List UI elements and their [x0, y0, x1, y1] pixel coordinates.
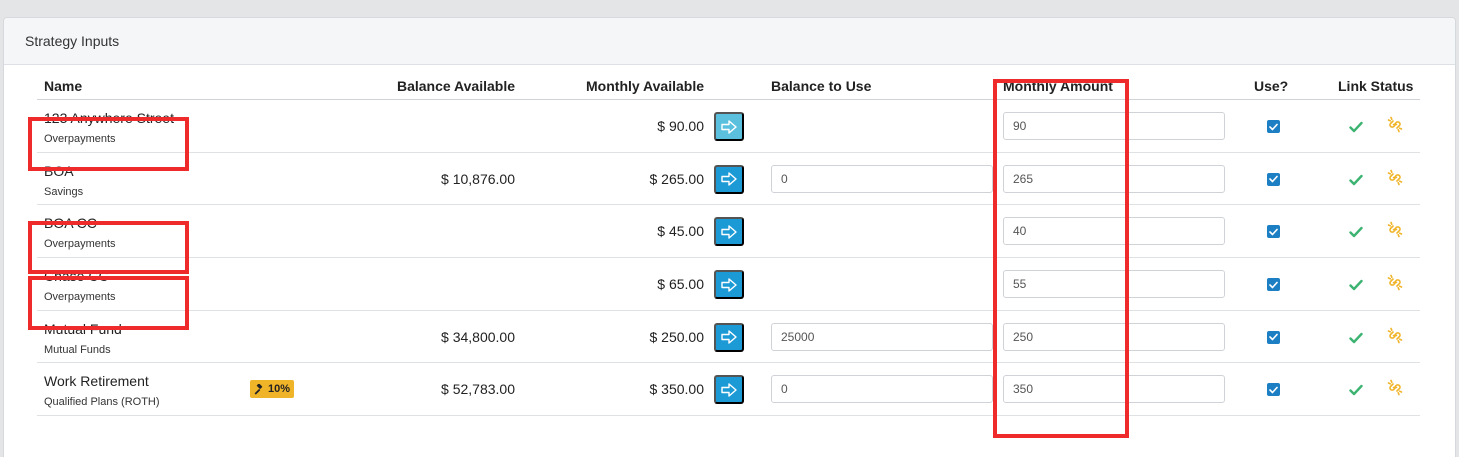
account-type: Savings	[44, 185, 84, 198]
table-body: 123 Anywhere Street Overpayments $ 90.00 BO…	[37, 100, 1420, 417]
col-balance-available: Balance Available	[396, 78, 515, 94]
panel-title: Strategy Inputs	[25, 33, 120, 49]
col-monthly-available: Monthly Available	[586, 78, 704, 94]
account-type: Qualified Plans (ROTH)	[44, 396, 160, 409]
account-name: BOA	[44, 162, 74, 179]
use-checkbox[interactable]	[1267, 225, 1280, 239]
checkmark-icon	[1349, 278, 1363, 291]
checkbox-checked-icon	[1269, 386, 1278, 394]
transfer-button[interactable]	[714, 270, 744, 300]
account-name: 123 Anywhere Street	[44, 110, 174, 126]
table-row: Mutual Fund Mutual Funds $ 34,800.00 $ 250.…	[37, 311, 1420, 364]
arrow-right-icon	[721, 277, 737, 292]
checkbox-checked-icon	[1269, 281, 1278, 289]
checkmark-icon	[1349, 383, 1363, 396]
use-checkbox[interactable]	[1267, 330, 1280, 344]
arrow-right-icon	[721, 225, 737, 239]
use-checkbox[interactable]	[1267, 383, 1280, 397]
transfer-button[interactable]	[714, 375, 744, 405]
col-monthly-amount: Monthly Amount	[1003, 78, 1113, 94]
balance-available: $ 52,783.00	[441, 381, 515, 398]
arrow-right-icon	[721, 172, 737, 186]
balance-to-use-input[interactable]	[771, 164, 993, 193]
transfer-button[interactable]	[714, 164, 744, 194]
checkmark-icon	[1349, 225, 1363, 238]
col-use: Use?	[1254, 78, 1289, 94]
arrow-right-icon	[721, 383, 737, 397]
monthly-amount-input[interactable]	[1003, 112, 1225, 140]
balance-available: $ 34,800.00	[441, 328, 515, 345]
table-row: Work Retirement Qualified Plans (ROTH) 10%…	[37, 363, 1420, 417]
monthly-available: $ 250.00	[649, 328, 705, 345]
monthly-available: $ 350.00	[649, 381, 705, 398]
monthly-amount-input[interactable]	[1003, 375, 1225, 404]
arrow-right-icon	[721, 119, 737, 134]
account-name: Mutual Fund	[44, 320, 122, 337]
balance-to-use-input[interactable]	[771, 375, 993, 404]
transfer-button[interactable]	[714, 217, 744, 247]
monthly-available: $ 90.00	[657, 118, 704, 134]
checkbox-checked-icon	[1269, 228, 1278, 236]
monthly-amount-input[interactable]	[1003, 270, 1225, 299]
table-row: BOA CC Overpayments $ 45.00	[37, 205, 1420, 259]
unlink-icon[interactable]	[1387, 221, 1403, 238]
monthly-amount-input[interactable]	[1003, 322, 1225, 351]
monthly-amount-input[interactable]	[1003, 164, 1225, 193]
account-type: Mutual Funds	[44, 343, 111, 356]
transfer-button[interactable]	[714, 322, 744, 352]
use-checkbox[interactable]	[1267, 278, 1280, 292]
table-row: BOA Savings $ 10,876.00 $ 265.00	[37, 153, 1420, 206]
use-checkbox[interactable]	[1267, 120, 1280, 133]
account-type: Overpayments	[44, 238, 116, 251]
unlink-icon[interactable]	[1387, 379, 1403, 396]
unlink-icon[interactable]	[1387, 274, 1403, 291]
account-name: Chase CC	[44, 268, 109, 285]
checkmark-icon	[1349, 331, 1363, 343]
arrow-right-icon	[721, 330, 737, 344]
balance-to-use-input[interactable]	[771, 322, 993, 351]
account-name: Work Retirement	[44, 373, 149, 390]
checkmark-icon	[1349, 120, 1363, 133]
checkbox-checked-icon	[1269, 175, 1278, 183]
panel-header: Strategy Inputs	[4, 18, 1455, 65]
table-row: Chase CC Overpayments $ 65.00	[37, 258, 1420, 311]
col-link-status: Link Status	[1338, 78, 1414, 94]
monthly-amount-input[interactable]	[1003, 217, 1225, 246]
unlink-icon[interactable]	[1387, 327, 1403, 344]
checkbox-checked-icon	[1269, 123, 1278, 131]
monthly-available: $ 65.00	[657, 276, 704, 293]
gavel-icon	[254, 383, 265, 395]
account-name: BOA CC	[44, 215, 97, 232]
col-balance-to-use: Balance to Use	[771, 78, 872, 94]
unlink-icon[interactable]	[1387, 116, 1403, 133]
col-name: Name	[44, 78, 83, 94]
monthly-available: $ 265.00	[649, 170, 705, 187]
rate-badge-label: 10%	[268, 383, 291, 396]
rate-badge: 10%	[250, 380, 295, 399]
use-checkbox[interactable]	[1267, 172, 1280, 186]
checkbox-checked-icon	[1269, 333, 1278, 341]
table-header: Name Balance Available Monthly Available…	[37, 70, 1420, 100]
monthly-available: $ 45.00	[657, 223, 704, 240]
transfer-button[interactable]	[714, 112, 744, 141]
table-row: 123 Anywhere Street Overpayments $ 90.00	[37, 100, 1420, 153]
account-type: Overpayments	[44, 133, 116, 145]
balance-available: $ 10,876.00	[441, 170, 515, 187]
strategy-table: Name Balance Available Monthly Available…	[37, 70, 1420, 417]
account-type: Overpayments	[44, 291, 116, 304]
checkmark-icon	[1349, 173, 1363, 185]
unlink-icon[interactable]	[1387, 169, 1403, 186]
